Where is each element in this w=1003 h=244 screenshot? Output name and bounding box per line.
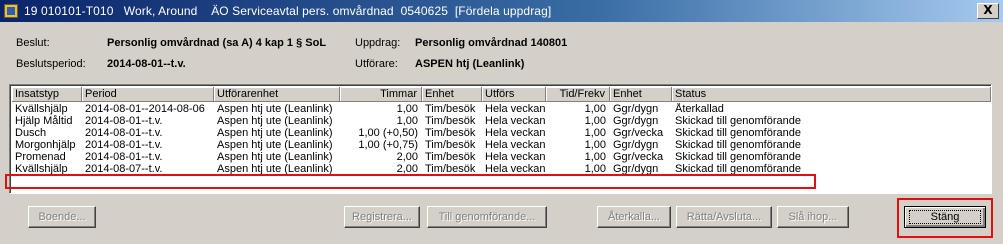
beslut-value: Personlig omvårdnad (sa A) 4 kap 1 § SoL [107, 37, 327, 49]
enhet-cell: Tim/besök [425, 151, 476, 163]
status-cell: Skickad till genomförande [675, 127, 801, 139]
status-cell: Skickad till genomförande [675, 151, 801, 163]
table-row[interactable]: Kvällshjälp 2014-08-01--2014-08-06 Aspen… [12, 103, 991, 115]
period-cell: 2014-08-01--t.v. [85, 151, 163, 163]
table-row[interactable]: Promenad 2014-08-01--t.v. Aspen htj ute … [12, 151, 991, 163]
period-cell: 2014-08-01--t.v. [85, 115, 163, 127]
status-cell: Återkallad [675, 103, 724, 115]
timmar-cell: 1,00 [396, 115, 418, 127]
enhet-cell: Tim/besök [425, 115, 476, 127]
status-cell: Skickad till genomförande [675, 139, 801, 151]
column-header-timmar[interactable]: Timmar [340, 87, 422, 102]
utfors-cell: Hela veckan [485, 103, 546, 115]
uppdrag-label: Uppdrag: [355, 37, 401, 49]
insatstyp-cell: Dusch [15, 127, 47, 139]
utforarenhet-cell: Aspen htj ute (Leanlink) [217, 127, 333, 139]
aterkalla-button-label: Återkalla... [608, 211, 660, 223]
frekv-enhet-cell: Ggr/vecka [613, 151, 664, 163]
timmar-cell: 1,00 (+0,75) [358, 139, 418, 151]
column-header-tid-frekv[interactable]: Tid/Frekv [546, 87, 610, 102]
timmar-cell: 2,00 [396, 151, 418, 163]
period-cell: 2014-08-01--t.v. [85, 127, 163, 139]
utforare-label: Utförare: [355, 58, 398, 70]
close-window-button[interactable]: X [977, 3, 999, 19]
list-header: Insatstyp Period Utförarenhet Timmar Enh… [12, 87, 991, 102]
period-cell: 2014-08-01--t.v. [85, 139, 163, 151]
tid-frekv-cell: 1,00 [584, 127, 606, 139]
timmar-cell: 1,00 (+0,50) [358, 127, 418, 139]
utfors-cell: Hela veckan [485, 127, 546, 139]
period-cell: 2014-08-01--2014-08-06 [85, 103, 205, 115]
column-header-enhet-2[interactable]: Enhet [610, 87, 672, 102]
utforarenhet-cell: Aspen htj ute (Leanlink) [217, 103, 333, 115]
beslut-label: Beslut: [16, 37, 50, 49]
tid-frekv-cell: 1,00 [584, 103, 606, 115]
utforarenhet-cell: Aspen htj ute (Leanlink) [217, 139, 333, 151]
uppdrag-value: Personlig omvårdnad 140801 [415, 37, 568, 49]
utforarenhet-cell: Aspen htj ute (Leanlink) [217, 115, 333, 127]
tid-frekv-cell: 1,00 [584, 139, 606, 151]
stang-button-annotation [897, 198, 993, 238]
utforarenhet-cell: Aspen htj ute (Leanlink) [217, 151, 333, 163]
till-genomforande-button[interactable]: Till genomförande... [427, 206, 547, 228]
table-row[interactable]: Hjälp Måltid 2014-08-01--t.v. Aspen htj … [12, 115, 991, 127]
enhet-cell: Tim/besök [425, 103, 476, 115]
boende-button-label: Boende... [38, 211, 86, 223]
app-icon [4, 4, 18, 18]
till-genomforande-button-label: Till genomförande... [438, 211, 536, 223]
insatstyp-cell: Hjälp Måltid [15, 115, 73, 127]
sla-ihop-button[interactable]: Slå ihop... [777, 206, 849, 228]
beslutsperiod-label: Beslutsperiod: [16, 58, 86, 70]
table-row[interactable]: Morgonhjälp 2014-08-01--t.v. Aspen htj u… [12, 139, 991, 151]
utfors-cell: Hela veckan [485, 139, 546, 151]
timmar-cell: 1,00 [396, 103, 418, 115]
boende-button[interactable]: Boende... [28, 206, 96, 228]
enhet-cell: Tim/besök [425, 139, 476, 151]
status-cell: Skickad till genomförande [675, 115, 801, 127]
enhet-cell: Tim/besök [425, 127, 476, 139]
utfors-cell: Hela veckan [485, 115, 546, 127]
table-row[interactable]: Dusch 2014-08-01--t.v. Aspen htj ute (Le… [12, 127, 991, 139]
sla-ihop-button-label: Slå ihop... [788, 211, 838, 223]
window-title: 19 010101-T010 Work, Around ÄO Serviceav… [24, 4, 552, 18]
column-header-insatstyp[interactable]: Insatstyp [12, 87, 82, 102]
highlighted-row-annotation [5, 174, 816, 189]
column-header-utfors[interactable]: Utförs [482, 87, 546, 102]
title-bar: 19 010101-T010 Work, Around ÄO Serviceav… [0, 0, 1003, 22]
frekv-enhet-cell: Ggr/dygn [613, 115, 659, 127]
frekv-enhet-cell: Ggr/dygn [613, 103, 659, 115]
insatstyp-cell: Morgonhjälp [15, 139, 76, 151]
ratta-avsluta-button-label: Rätta/Avsluta... [686, 211, 762, 223]
frekv-enhet-cell: Ggr/dygn [613, 139, 659, 151]
tid-frekv-cell: 1,00 [584, 115, 606, 127]
registrera-button-label: Registrera... [352, 211, 412, 223]
insatstyp-cell: Promenad [15, 151, 66, 163]
utforare-value: ASPEN htj (Leanlink) [415, 58, 525, 70]
frekv-enhet-cell: Ggr/vecka [613, 127, 664, 139]
list-rows: Kvällshjälp 2014-08-01--2014-08-06 Aspen… [12, 103, 991, 175]
aterkalla-button[interactable]: Återkalla... [597, 206, 671, 228]
column-header-period[interactable]: Period [82, 87, 214, 102]
insatstyp-cell: Kvällshjälp [15, 103, 68, 115]
tid-frekv-cell: 1,00 [584, 151, 606, 163]
column-header-enhet[interactable]: Enhet [422, 87, 482, 102]
utfors-cell: Hela veckan [485, 151, 546, 163]
registrera-button[interactable]: Registrera... [344, 206, 420, 228]
column-header-status[interactable]: Status [672, 87, 991, 102]
beslutsperiod-value: 2014-08-01--t.v. [107, 58, 186, 70]
ratta-avsluta-button[interactable]: Rätta/Avsluta... [676, 206, 772, 228]
column-header-utforarenhet[interactable]: Utförarenhet [214, 87, 340, 102]
